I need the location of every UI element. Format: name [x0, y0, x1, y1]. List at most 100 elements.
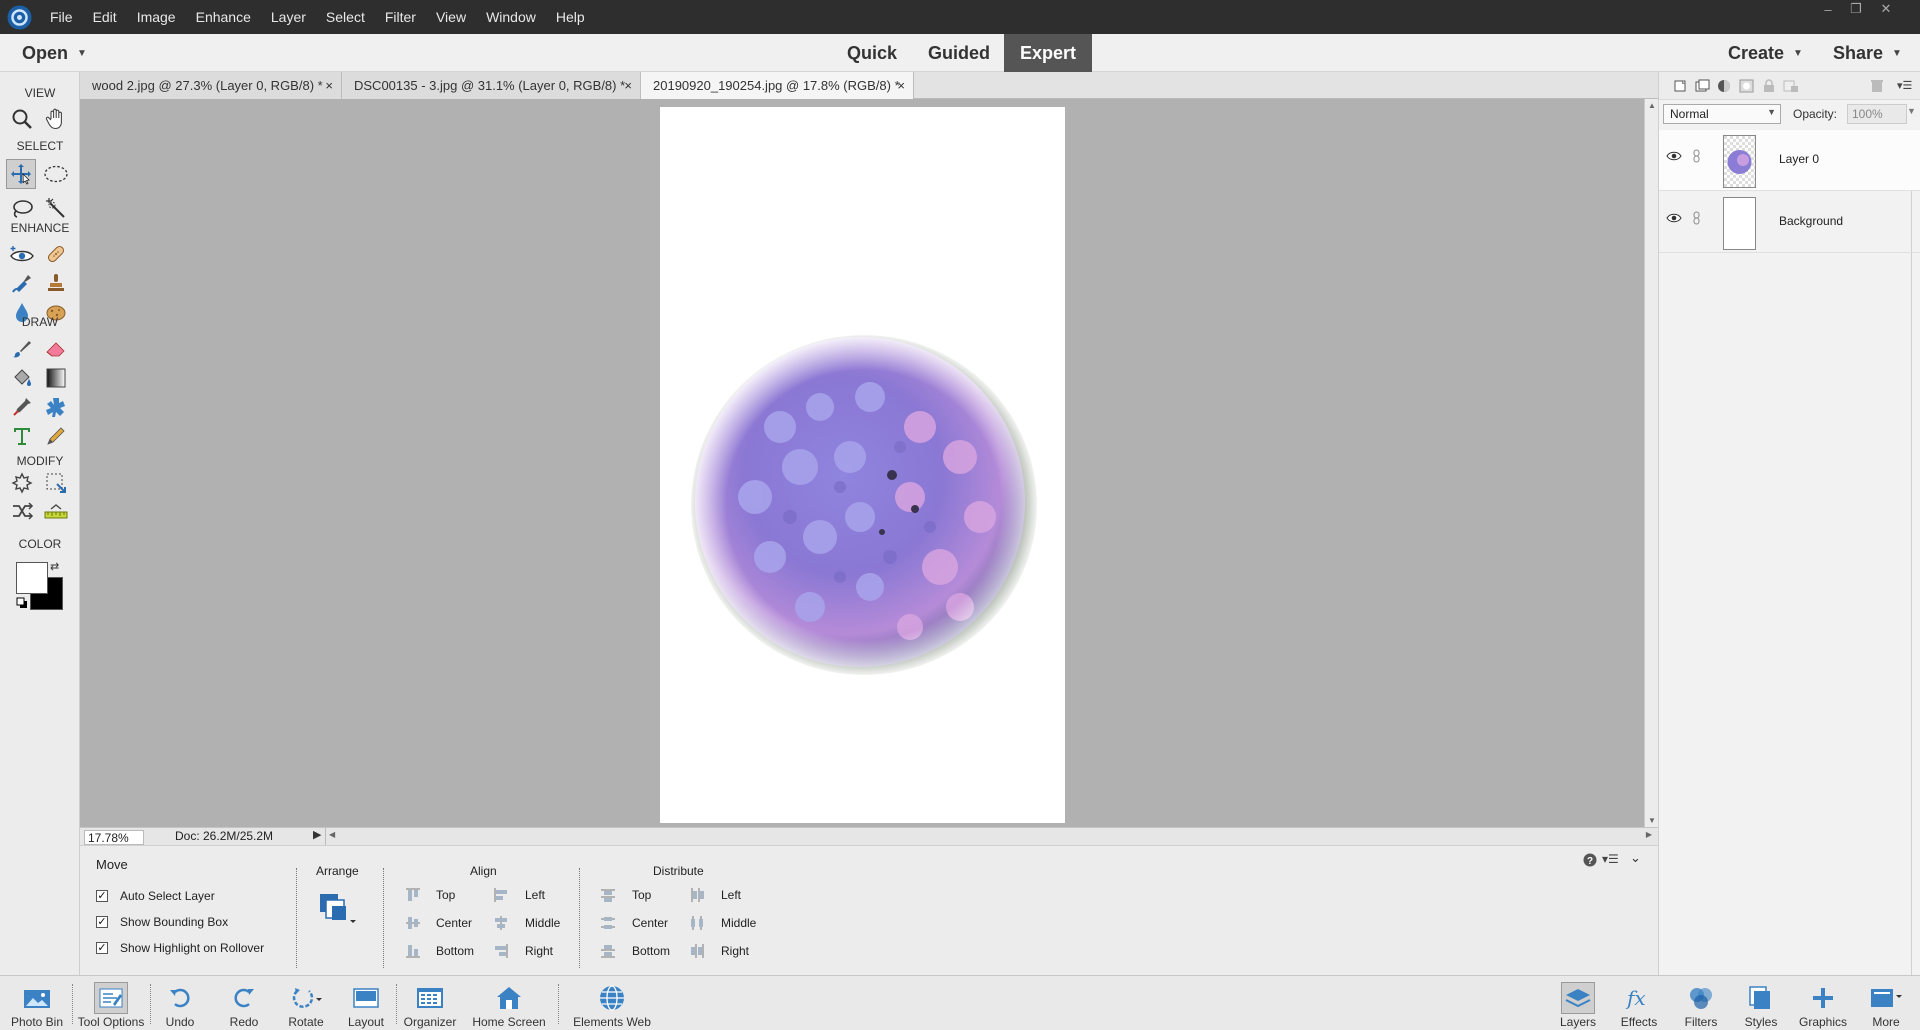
layer-row-background[interactable]: Background: [1659, 192, 1920, 253]
elements-web-button[interactable]: Elements Web: [568, 976, 656, 1030]
align-top-icon[interactable]: [405, 887, 421, 903]
menu-enhance[interactable]: Enhance: [186, 9, 261, 25]
distribute-middle-label[interactable]: Middle: [721, 916, 756, 930]
document-canvas[interactable]: [660, 107, 1065, 823]
tool-options-button[interactable]: Tool Options: [74, 976, 148, 1030]
align-bottom-icon[interactable]: [405, 943, 421, 959]
tab-wood-2[interactable]: wood 2.jpg @ 27.3% (Layer 0, RGB/8) * ×: [80, 72, 342, 99]
image-canvas-area[interactable]: [80, 99, 1644, 827]
distribute-right-icon[interactable]: [689, 943, 705, 959]
close-window-button[interactable]: ✕: [1872, 0, 1900, 18]
default-colors-icon[interactable]: [16, 597, 28, 609]
help-icon[interactable]: ?: [1583, 853, 1597, 867]
home-screen-button[interactable]: Home Screen: [470, 976, 548, 1030]
distribute-top-label[interactable]: Top: [632, 888, 651, 902]
align-left-icon[interactable]: [493, 887, 509, 903]
distribute-left-icon[interactable]: [689, 887, 705, 903]
new-layer-icon[interactable]: [1673, 79, 1689, 93]
spot-healing-brush-icon[interactable]: [41, 239, 71, 269]
auto-select-layer-checkbox[interactable]: ✓: [96, 890, 108, 902]
align-right-label[interactable]: Right: [525, 944, 553, 958]
swap-colors-icon[interactable]: ⇄: [50, 560, 59, 573]
gradient-tool-icon[interactable]: [41, 363, 71, 393]
distribute-top-icon[interactable]: [600, 887, 616, 903]
eraser-tool-icon[interactable]: [41, 334, 71, 364]
undo-button[interactable]: Undo: [156, 976, 204, 1030]
visibility-eye-icon[interactable]: [1666, 150, 1682, 162]
zoom-level-field[interactable]: 17.78%: [84, 830, 144, 845]
menu-layer[interactable]: Layer: [261, 9, 316, 25]
share-button[interactable]: Share ▼: [1833, 34, 1902, 72]
menu-filter[interactable]: Filter: [375, 9, 426, 25]
eyedropper-tool-icon[interactable]: [7, 392, 37, 422]
hand-tool-icon[interactable]: [41, 104, 71, 134]
photo-bin-button[interactable]: Photo Bin: [6, 976, 68, 1030]
layer-name[interactable]: Layer 0: [1779, 152, 1819, 166]
pencil-tool-icon[interactable]: [41, 421, 71, 451]
menu-image[interactable]: Image: [127, 9, 186, 25]
open-dropdown-caret-icon[interactable]: ▼: [77, 48, 87, 59]
lasso-tool-icon[interactable]: [7, 194, 37, 224]
close-tab-icon[interactable]: ×: [897, 78, 905, 93]
options-menu-icon[interactable]: ▾☰: [1602, 852, 1619, 866]
blend-mode-dropdown[interactable]: Normal ▼: [1663, 104, 1781, 124]
layer-row-layer-0[interactable]: Layer 0: [1659, 130, 1920, 191]
align-center-label[interactable]: Center: [436, 916, 472, 930]
lock-all-icon[interactable]: [1761, 79, 1777, 93]
distribute-bottom-icon[interactable]: [600, 943, 616, 959]
redo-button[interactable]: Redo: [220, 976, 268, 1030]
mode-guided[interactable]: Guided: [920, 34, 998, 72]
tab-20190920-190254[interactable]: 20190920_190254.jpg @ 17.8% (RGB/8) * ×: [641, 72, 914, 99]
distribute-right-label[interactable]: Right: [721, 944, 749, 958]
distribute-bottom-label[interactable]: Bottom: [632, 944, 670, 958]
mode-expert[interactable]: Expert: [1004, 34, 1092, 72]
organizer-button[interactable]: Organizer: [400, 976, 460, 1030]
align-left-label[interactable]: Left: [525, 888, 545, 902]
styles-panel-button[interactable]: Styles: [1736, 976, 1786, 1030]
horizontal-scrollbar[interactable]: ◀ ▶: [325, 828, 1655, 845]
visibility-eye-icon[interactable]: [1666, 212, 1682, 224]
menu-help[interactable]: Help: [546, 9, 595, 25]
move-tool-icon[interactable]: [6, 159, 36, 189]
align-right-icon[interactable]: [493, 943, 509, 959]
scroll-up-icon[interactable]: ▲: [1648, 101, 1656, 110]
menu-edit[interactable]: Edit: [83, 9, 127, 25]
layer-name[interactable]: Background: [1779, 214, 1843, 228]
align-middle-label[interactable]: Middle: [525, 916, 560, 930]
layout-button[interactable]: Layout: [342, 976, 390, 1030]
distribute-center-icon[interactable]: [600, 915, 616, 931]
collapse-options-icon[interactable]: ⌄: [1630, 850, 1641, 866]
create-button[interactable]: Create ▼: [1728, 34, 1803, 72]
scroll-left-icon[interactable]: ◀: [329, 830, 335, 839]
menu-file[interactable]: File: [40, 9, 83, 25]
lock-transparency-icon[interactable]: [1783, 79, 1799, 93]
elliptical-marquee-tool-icon[interactable]: [41, 159, 71, 189]
content-aware-move-tool-icon[interactable]: [7, 496, 37, 526]
menu-select[interactable]: Select: [316, 9, 375, 25]
adjustment-layer-icon[interactable]: [1717, 79, 1733, 93]
red-eye-tool-icon[interactable]: [7, 239, 37, 269]
align-top-label[interactable]: Top: [436, 888, 455, 902]
link-icon[interactable]: [1693, 149, 1701, 163]
distribute-middle-icon[interactable]: [689, 915, 705, 931]
effects-panel-button[interactable]: fx Effects: [1614, 976, 1664, 1030]
type-tool-icon[interactable]: [7, 421, 37, 451]
brush-tool-icon[interactable]: [7, 334, 37, 364]
quick-selection-tool-icon[interactable]: [41, 194, 71, 224]
clone-stamp-tool-icon[interactable]: [41, 268, 71, 298]
scroll-right-icon[interactable]: ▶: [1646, 830, 1652, 839]
custom-shape-tool-icon[interactable]: [41, 392, 71, 422]
mode-quick[interactable]: Quick: [838, 34, 906, 72]
vertical-scrollbar[interactable]: ▲ ▼: [1644, 99, 1658, 827]
opacity-caret-icon[interactable]: ▼: [1907, 106, 1917, 122]
open-button[interactable]: Open ▼: [22, 34, 87, 72]
align-middle-icon[interactable]: [493, 915, 509, 931]
restore-button[interactable]: ❐: [1842, 0, 1870, 18]
rotate-button[interactable]: Rotate: [280, 976, 332, 1030]
zoom-tool-icon[interactable]: [7, 104, 37, 134]
more-panel-button[interactable]: More: [1860, 976, 1912, 1030]
align-bottom-label[interactable]: Bottom: [436, 944, 474, 958]
menu-view[interactable]: View: [426, 9, 476, 25]
new-group-icon[interactable]: [1695, 79, 1711, 93]
close-tab-icon[interactable]: ×: [325, 78, 333, 93]
